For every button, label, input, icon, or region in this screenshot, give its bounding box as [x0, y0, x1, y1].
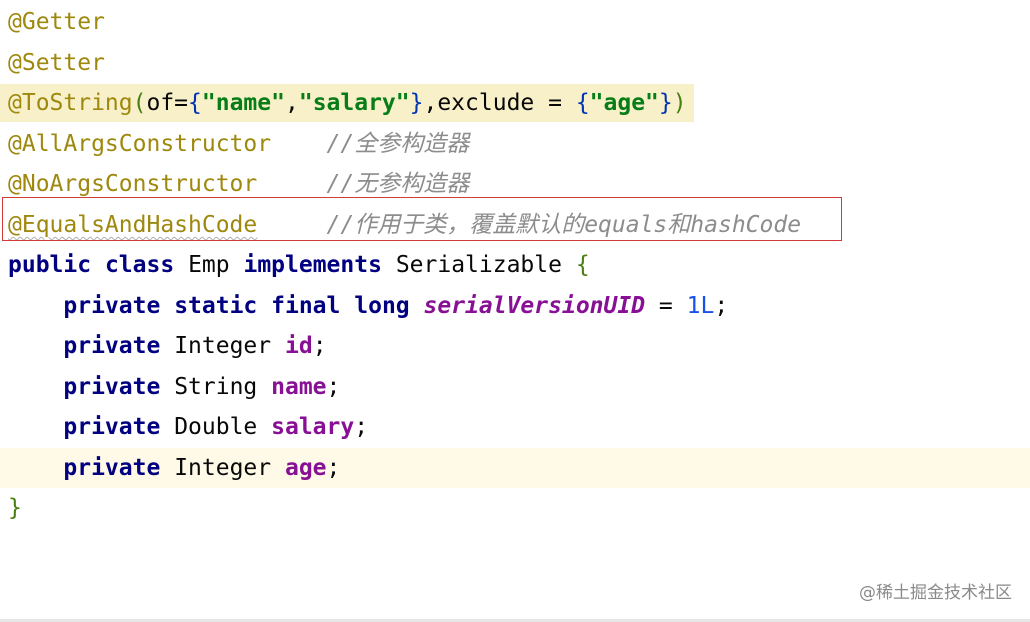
code-line-3[interactable]: @ToString(of={"name","salary"},exclude =…	[0, 83, 687, 123]
setter-annotation: @Setter	[8, 50, 105, 76]
exclude-key: ,exclude =	[423, 90, 576, 116]
kw-final: final	[271, 293, 341, 319]
code-line-12[interactable]: private Integer age;	[0, 448, 340, 488]
kw-class: class	[104, 252, 175, 278]
open-brace-2: {	[575, 90, 590, 116]
type-name: Double	[174, 414, 258, 440]
allargs-comment: //全参构造器	[326, 131, 470, 157]
comma: ,	[284, 90, 299, 116]
type-name: Integer	[174, 455, 272, 481]
open-paren: (	[132, 90, 147, 116]
kw-private: private	[63, 374, 161, 400]
serial-version-uid-field: serialVersionUID	[423, 293, 646, 319]
number-literal: 1L	[686, 293, 715, 319]
kw-private: private	[63, 293, 161, 319]
field-id: id	[284, 333, 313, 359]
kw-long: long	[354, 293, 410, 319]
code-line-1[interactable]: @Getter	[0, 2, 105, 42]
class-name: Emp	[188, 252, 230, 278]
string-age: "age"	[589, 90, 659, 116]
code-line-10[interactable]: private String name;	[0, 367, 340, 407]
allargs-annotation: @AllArgsConstructor	[8, 131, 272, 157]
code-line-4[interactable]: @AllArgsConstructor //全参构造器	[0, 124, 469, 164]
string-name: "name"	[201, 90, 285, 116]
semicolon: ;	[354, 414, 369, 440]
kw-private: private	[63, 455, 161, 481]
code-line-7[interactable]: public class Emp implements Serializable…	[0, 245, 590, 285]
code-line-13[interactable]: }	[0, 488, 22, 528]
code-line-11[interactable]: private Double salary;	[0, 407, 368, 447]
code-line-9[interactable]: private Integer id;	[0, 326, 327, 366]
class-close-brace: }	[8, 495, 22, 521]
kw-private: private	[63, 414, 161, 440]
noargs-comment: //无参构造器	[326, 171, 470, 197]
code-line-8[interactable]: private static final long serialVersionU…	[0, 286, 728, 326]
open-brace: {	[188, 90, 202, 116]
type-name: String	[174, 374, 258, 400]
close-brace: }	[409, 90, 424, 116]
semicolon: ;	[326, 455, 341, 481]
code-editor[interactable]: @Getter @Setter @ToString(of={"name","sa…	[0, 0, 1030, 622]
semicolon: ;	[714, 293, 729, 319]
kw-private: private	[63, 333, 161, 359]
class-open-brace: {	[575, 252, 590, 278]
getter-annotation: @Getter	[8, 9, 105, 35]
watermark-text: @稀土掘金技术社区	[859, 583, 1012, 603]
field-name: name	[271, 374, 327, 400]
field-age: age	[284, 455, 327, 481]
field-salary: salary	[271, 414, 355, 440]
close-paren: )	[672, 90, 687, 116]
tostring-annotation: @ToString	[8, 90, 133, 116]
kw-public: public	[8, 252, 92, 278]
string-salary: "salary"	[298, 90, 410, 116]
type-name: Integer	[174, 333, 272, 359]
semicolon: ;	[312, 333, 327, 359]
close-brace-2: }	[658, 90, 673, 116]
kw-implements: implements	[243, 252, 382, 278]
interface-name: Serializable	[395, 252, 562, 278]
code-line-2[interactable]: @Setter	[0, 43, 105, 83]
semicolon: ;	[326, 374, 341, 400]
emphasis-box	[2, 197, 842, 241]
kw-static: static	[174, 293, 258, 319]
noargs-annotation: @NoArgsConstructor	[8, 171, 258, 197]
assign-op: =	[645, 293, 687, 319]
of-key: of=	[146, 90, 189, 116]
